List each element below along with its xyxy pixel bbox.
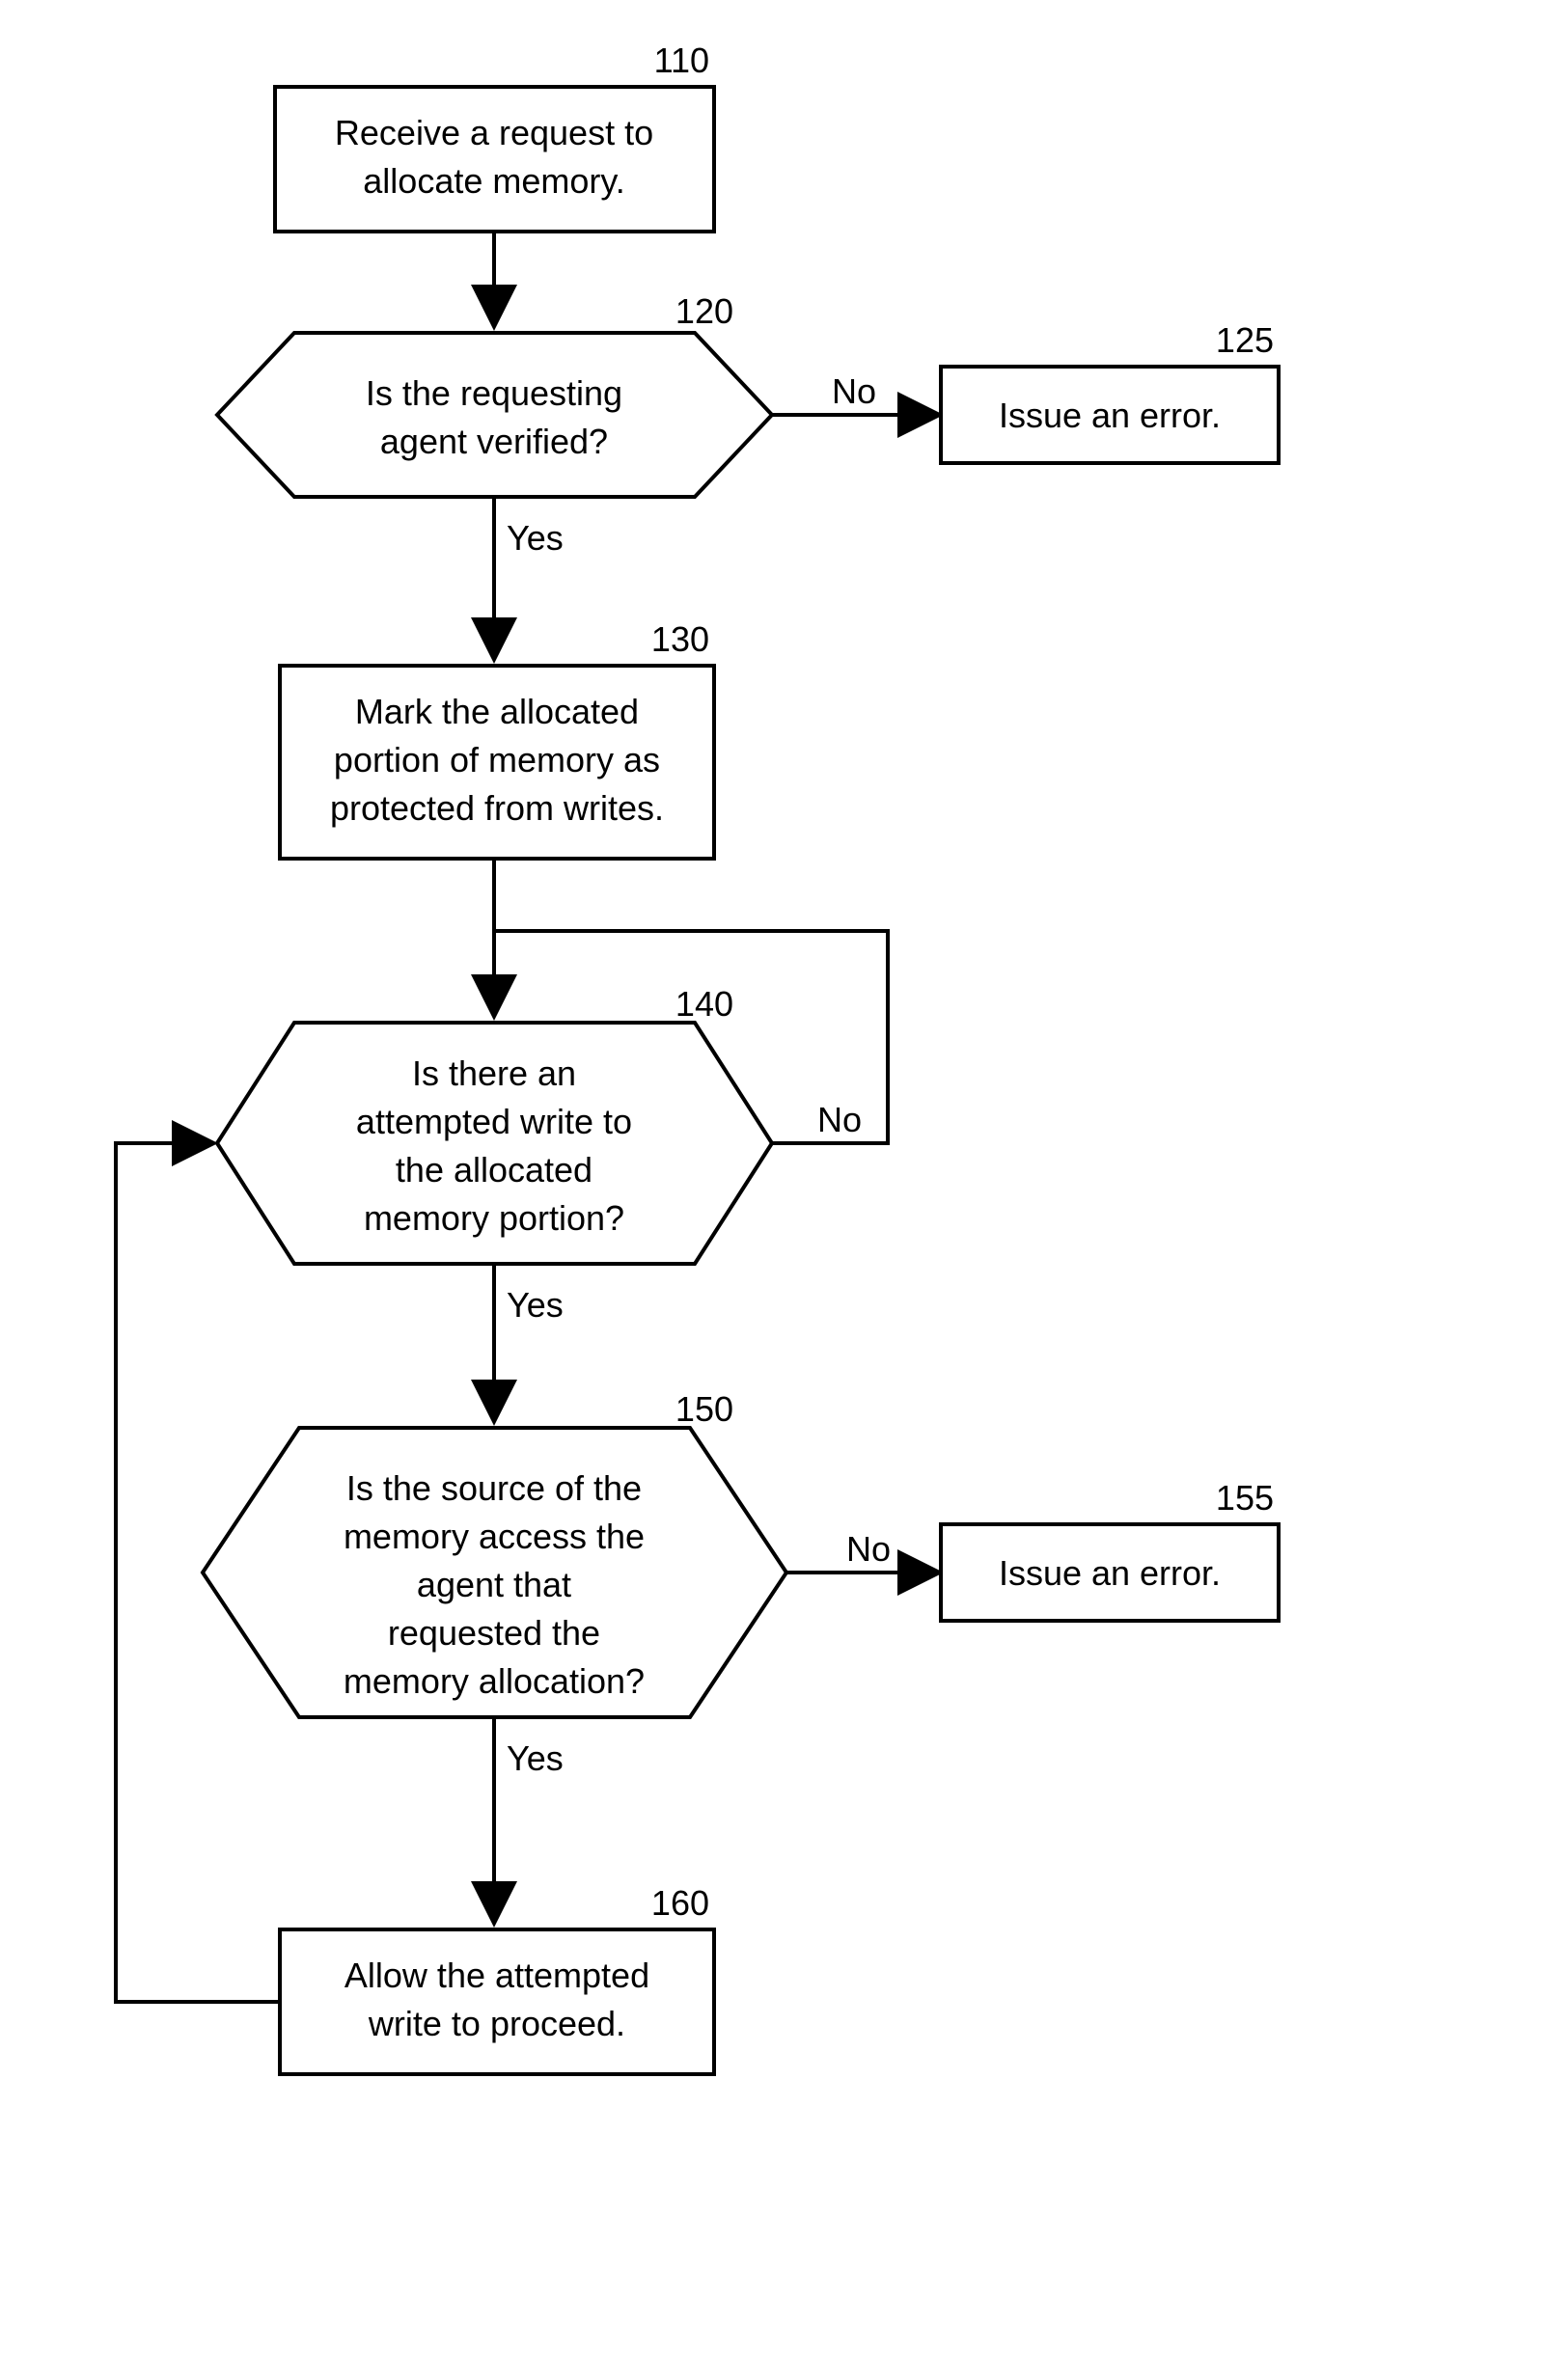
svg-text:Is there an: Is there an [412, 1053, 576, 1093]
svg-text:memory portion?: memory portion? [364, 1198, 624, 1238]
node-130: 130 Mark the allocated portion of memory… [280, 619, 714, 859]
svg-text:150: 150 [675, 1389, 733, 1429]
svg-text:160: 160 [651, 1883, 709, 1923]
svg-text:140: 140 [675, 984, 733, 1024]
node-125: 125 Issue an error. [941, 320, 1279, 463]
svg-text:the allocated: the allocated [396, 1150, 592, 1190]
edge-no: No [846, 1529, 891, 1569]
edge-no: No [832, 371, 876, 411]
edge-yes: Yes [507, 1738, 564, 1778]
svg-text:agent verified?: agent verified? [380, 422, 608, 461]
svg-text:120: 120 [675, 291, 733, 331]
svg-text:protected from writes.: protected from writes. [330, 788, 664, 828]
svg-text:Receive a request to: Receive a request to [335, 113, 653, 152]
node-140: 140 Is there an attempted write to the a… [217, 984, 772, 1264]
svg-text:110: 110 [654, 41, 709, 80]
node-110: 110 Receive a request to allocate memory… [275, 41, 714, 232]
svg-text:requested the: requested the [388, 1613, 600, 1653]
svg-text:attempted write to: attempted write to [356, 1102, 632, 1141]
svg-text:memory allocation?: memory allocation? [344, 1661, 645, 1701]
svg-text:memory access the: memory access the [344, 1517, 645, 1556]
edge-yes: Yes [507, 518, 564, 558]
svg-text:155: 155 [1216, 1478, 1274, 1518]
svg-text:Mark the allocated: Mark the allocated [355, 692, 639, 731]
flowchart: 110 Receive a request to allocate memory… [0, 0, 1543, 2380]
edge-no: No [817, 1100, 862, 1139]
node-155: 155 Issue an error. [941, 1478, 1279, 1621]
svg-text:write to proceed.: write to proceed. [368, 2004, 625, 2043]
svg-text:portion of memory as: portion of memory as [334, 740, 660, 780]
edge-yes: Yes [507, 1285, 564, 1325]
svg-text:Is the requesting: Is the requesting [366, 373, 622, 413]
node-150: 150 Is the source of the memory access t… [203, 1389, 786, 1717]
svg-text:Issue an error.: Issue an error. [999, 396, 1221, 435]
svg-text:125: 125 [1216, 320, 1274, 360]
svg-text:allocate memory.: allocate memory. [363, 161, 624, 201]
svg-text:130: 130 [651, 619, 709, 659]
svg-text:agent that: agent that [417, 1565, 571, 1604]
svg-text:Issue an error.: Issue an error. [999, 1553, 1221, 1593]
node-160: 160 Allow the attempted write to proceed… [280, 1883, 714, 2074]
svg-text:Is the source of the: Is the source of the [346, 1468, 642, 1508]
svg-text:Allow the attempted: Allow the attempted [344, 1956, 649, 1995]
